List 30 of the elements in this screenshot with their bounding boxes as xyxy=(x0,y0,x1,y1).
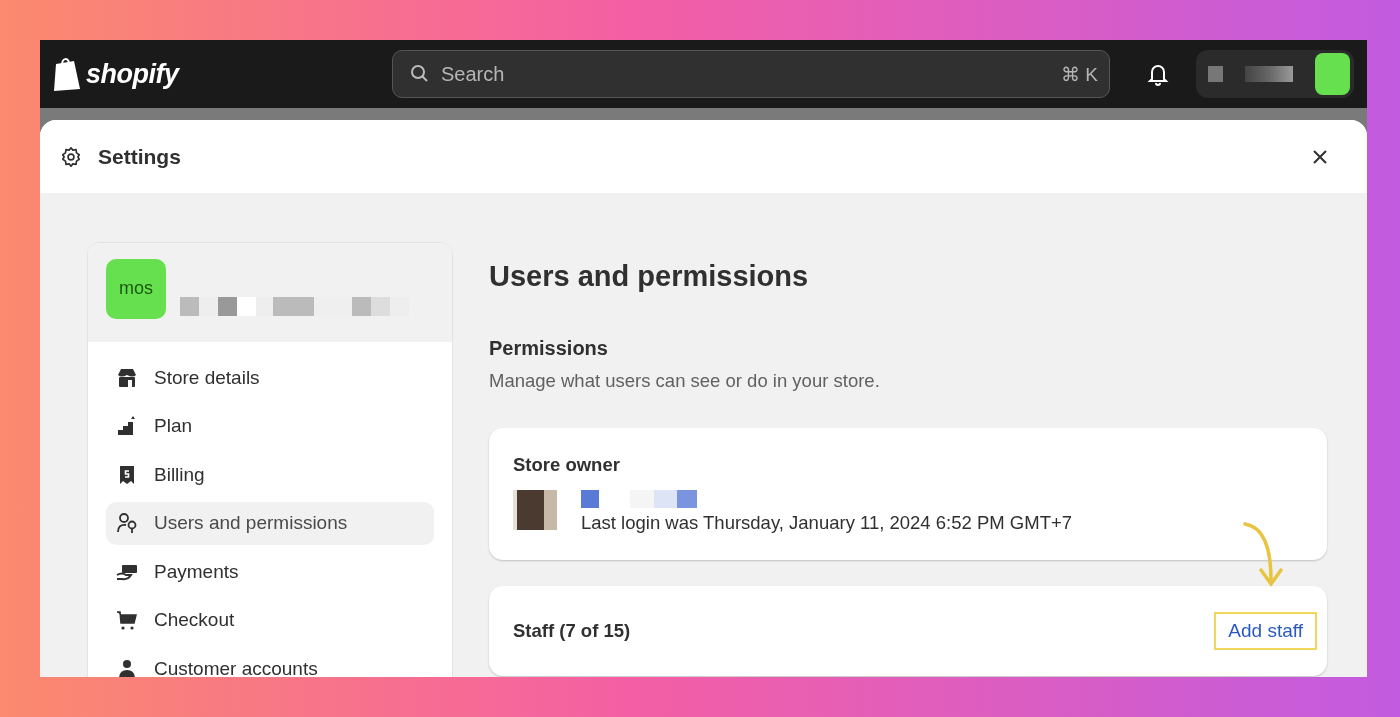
plan-steps-icon xyxy=(116,415,138,437)
settings-icon xyxy=(60,145,82,168)
sidebar-item[interactable]: Checkout xyxy=(106,598,434,642)
close-icon[interactable] xyxy=(1313,149,1327,164)
person-icon xyxy=(116,657,138,677)
card-title: Staff (7 of 15) xyxy=(513,620,631,642)
account-menu[interactable] xyxy=(1196,50,1354,98)
sidebar-item[interactable]: Plan xyxy=(106,404,434,448)
storefront-icon xyxy=(116,366,138,389)
card-title: Store owner xyxy=(513,454,621,476)
sidebar-item[interactable]: Users and permissions xyxy=(106,501,434,545)
cart-icon xyxy=(116,609,138,631)
search-icon xyxy=(410,64,430,84)
page-title: Users and permissions xyxy=(489,260,810,293)
shopping-bag-icon xyxy=(52,56,82,92)
photo-placeholder xyxy=(513,490,557,530)
sidebar-item[interactable]: Store details xyxy=(106,356,434,399)
user-key-icon xyxy=(116,512,138,534)
add-staff-link[interactable]: Add staff xyxy=(1214,612,1317,650)
sidebar-item[interactable]: Billing xyxy=(106,453,434,496)
last-login-text: Last login was Thursday, January 11, 2024 6:52 PM GMT+7 xyxy=(581,512,1073,534)
keyboard-shortcut: ⌘ K xyxy=(1061,63,1098,86)
brand-logo-text[interactable]: shopify xyxy=(86,58,179,90)
sidebar-item[interactable]: Customer accounts xyxy=(106,647,434,677)
store-avatar: mos xyxy=(106,258,166,319)
section-description: Manage what users can see or do in your store. xyxy=(489,370,881,392)
section-title: Permissions xyxy=(489,337,609,360)
settings-title: Settings xyxy=(98,144,181,169)
sidebar-item[interactable]: Payments xyxy=(106,550,434,593)
notifications-bell-icon[interactable] xyxy=(1146,62,1170,86)
